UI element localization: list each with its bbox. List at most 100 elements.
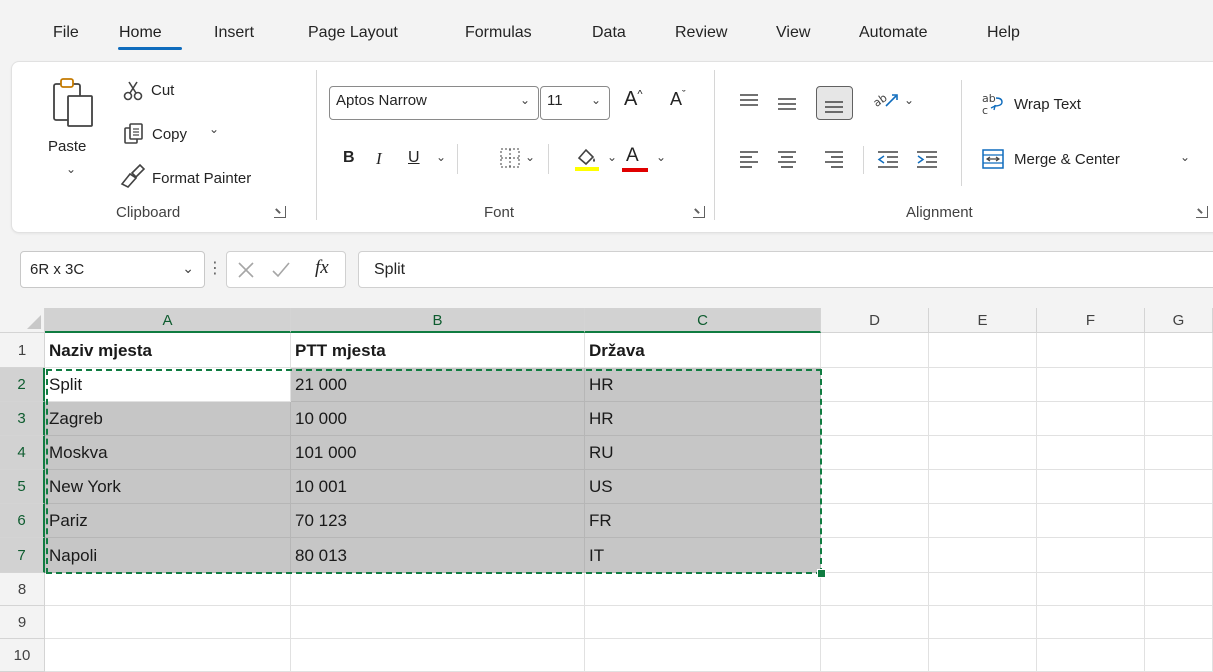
tab-review[interactable]: Review bbox=[675, 24, 727, 42]
font-color-button[interactable]: A bbox=[622, 144, 650, 174]
cell-f6[interactable] bbox=[1037, 504, 1145, 538]
cell-c2[interactable]: HR bbox=[585, 368, 821, 402]
orientation-icon[interactable]: ab bbox=[872, 90, 898, 112]
underline-dropdown-icon[interactable]: ⌄ bbox=[436, 150, 446, 164]
tab-insert[interactable]: Insert bbox=[214, 24, 254, 42]
cell-f4[interactable] bbox=[1037, 436, 1145, 470]
cell-b5[interactable]: 10 001 bbox=[291, 470, 585, 504]
cell-f5[interactable] bbox=[1037, 470, 1145, 504]
bold-button[interactable]: B bbox=[343, 149, 355, 167]
row-header[interactable]: 1 bbox=[0, 333, 45, 368]
cell-g4[interactable] bbox=[1145, 436, 1213, 470]
more-options-icon[interactable]: ⋮ bbox=[207, 258, 223, 278]
copy-button[interactable]: Copy ⌄ bbox=[120, 122, 230, 148]
tab-formulas[interactable]: Formulas bbox=[465, 24, 532, 42]
tab-help[interactable]: Help bbox=[987, 24, 1020, 42]
cell-e6[interactable] bbox=[929, 504, 1037, 538]
row-header[interactable]: 8 bbox=[0, 573, 45, 606]
align-right-icon[interactable] bbox=[824, 150, 844, 168]
cell-b4[interactable]: 101 000 bbox=[291, 436, 585, 470]
cell-e3[interactable] bbox=[929, 402, 1037, 436]
tab-file[interactable]: File bbox=[53, 24, 79, 42]
cell-b3[interactable]: 10 000 bbox=[291, 402, 585, 436]
column-header-e[interactable]: E bbox=[929, 308, 1037, 333]
tab-home[interactable]: Home bbox=[119, 24, 162, 42]
cell-f9[interactable] bbox=[1037, 606, 1145, 639]
column-header-b[interactable]: B bbox=[291, 308, 585, 333]
cell-a10[interactable] bbox=[45, 639, 291, 672]
chevron-down-icon[interactable]: ⌄ bbox=[182, 260, 194, 277]
tab-data[interactable]: Data bbox=[592, 24, 626, 42]
wrap-text-button[interactable]: ab c Wrap Text bbox=[982, 92, 1112, 118]
font-color-dropdown-icon[interactable]: ⌄ bbox=[656, 150, 666, 164]
borders-dropdown-icon[interactable]: ⌄ bbox=[525, 150, 535, 164]
column-header-f[interactable]: F bbox=[1037, 308, 1145, 333]
fill-handle[interactable] bbox=[817, 569, 826, 578]
cell-f7[interactable] bbox=[1037, 538, 1145, 573]
cell-d5[interactable] bbox=[821, 470, 929, 504]
copy-dropdown-icon[interactable]: ⌄ bbox=[209, 122, 219, 136]
cell-e1[interactable] bbox=[929, 333, 1037, 368]
cell-g7[interactable] bbox=[1145, 538, 1213, 573]
orientation-dropdown-icon[interactable]: ⌄ bbox=[904, 93, 914, 107]
cell-d7[interactable] bbox=[821, 538, 929, 573]
align-middle-icon[interactable] bbox=[777, 95, 797, 111]
font-dialog-launcher-icon[interactable] bbox=[693, 206, 705, 218]
cell-d10[interactable] bbox=[821, 639, 929, 672]
cell-f2[interactable] bbox=[1037, 368, 1145, 402]
enter-icon[interactable] bbox=[271, 261, 291, 279]
cell-c4[interactable]: RU bbox=[585, 436, 821, 470]
cell-e5[interactable] bbox=[929, 470, 1037, 504]
cell-c9[interactable] bbox=[585, 606, 821, 639]
cell-d4[interactable] bbox=[821, 436, 929, 470]
paste-dropdown-icon[interactable]: ⌄ bbox=[66, 162, 76, 176]
font-name-combo[interactable]: Aptos Narrow ⌄ bbox=[329, 86, 539, 120]
alignment-dialog-launcher-icon[interactable] bbox=[1196, 206, 1208, 218]
cell-f10[interactable] bbox=[1037, 639, 1145, 672]
cell-d8[interactable] bbox=[821, 573, 929, 606]
cell-e2[interactable] bbox=[929, 368, 1037, 402]
row-header[interactable]: 3 bbox=[0, 402, 45, 436]
format-painter-button[interactable]: Format Painter bbox=[118, 162, 293, 190]
cell-b9[interactable] bbox=[291, 606, 585, 639]
cell-a9[interactable] bbox=[45, 606, 291, 639]
tab-view[interactable]: View bbox=[776, 24, 810, 42]
merge-center-dropdown-icon[interactable]: ⌄ bbox=[1180, 150, 1190, 164]
underline-button[interactable]: U bbox=[408, 149, 420, 167]
cancel-icon[interactable] bbox=[237, 261, 255, 279]
cell-b10[interactable] bbox=[291, 639, 585, 672]
cell-g2[interactable] bbox=[1145, 368, 1213, 402]
cell-g3[interactable] bbox=[1145, 402, 1213, 436]
cell-b1[interactable]: PTT mjesta bbox=[291, 333, 585, 368]
column-header-g[interactable]: G bbox=[1145, 308, 1213, 333]
increase-indent-icon[interactable] bbox=[916, 150, 938, 168]
row-header[interactable]: 5 bbox=[0, 470, 45, 504]
cell-c1[interactable]: Država bbox=[585, 333, 821, 368]
cell-b7[interactable]: 80 013 bbox=[291, 538, 585, 573]
column-header-c[interactable]: C bbox=[585, 308, 821, 333]
fill-color-icon[interactable] bbox=[573, 144, 601, 172]
cell-g10[interactable] bbox=[1145, 639, 1213, 672]
cell-c7[interactable]: IT bbox=[585, 538, 821, 573]
align-left-icon[interactable] bbox=[739, 150, 759, 168]
row-header[interactable]: 6 bbox=[0, 504, 45, 538]
cell-f8[interactable] bbox=[1037, 573, 1145, 606]
align-top-icon[interactable] bbox=[739, 93, 759, 109]
cell-b8[interactable] bbox=[291, 573, 585, 606]
cell-g9[interactable] bbox=[1145, 606, 1213, 639]
column-header-d[interactable]: D bbox=[821, 308, 929, 333]
cell-a7[interactable]: Napoli bbox=[45, 538, 291, 573]
cell-a4[interactable]: Moskva bbox=[45, 436, 291, 470]
cell-b6[interactable]: 70 123 bbox=[291, 504, 585, 538]
chevron-down-icon[interactable]: ⌄ bbox=[591, 93, 601, 107]
row-header[interactable]: 4 bbox=[0, 436, 45, 470]
row-header[interactable]: 10 bbox=[0, 639, 45, 672]
cell-g1[interactable] bbox=[1145, 333, 1213, 368]
row-header[interactable]: 2 bbox=[0, 368, 45, 402]
cell-a2[interactable]: Split bbox=[45, 368, 291, 402]
cell-a1[interactable]: Naziv mjesta bbox=[45, 333, 291, 368]
column-header-a[interactable]: A bbox=[45, 308, 291, 333]
decrease-indent-icon[interactable] bbox=[877, 150, 899, 168]
borders-icon[interactable] bbox=[499, 147, 521, 169]
cell-e4[interactable] bbox=[929, 436, 1037, 470]
